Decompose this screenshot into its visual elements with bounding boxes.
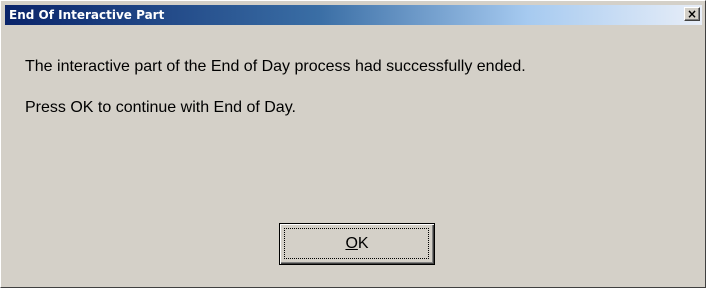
ok-label-rest: K [357,235,369,252]
close-button[interactable]: × [684,7,700,21]
dialog-window: End Of Interactive Part × The interactiv… [0,0,706,288]
window-title: End Of Interactive Part [9,8,165,22]
close-icon: × [686,7,698,21]
title-bar[interactable]: End Of Interactive Part × [5,5,702,25]
message-line-2: Press OK to continue with End of Day. [25,99,296,116]
ok-button[interactable]: OK [279,223,435,265]
message-line-1: The interactive part of the End of Day p… [25,58,526,75]
ok-mnemonic: O [345,235,358,252]
ok-button-label: OK [280,224,434,264]
